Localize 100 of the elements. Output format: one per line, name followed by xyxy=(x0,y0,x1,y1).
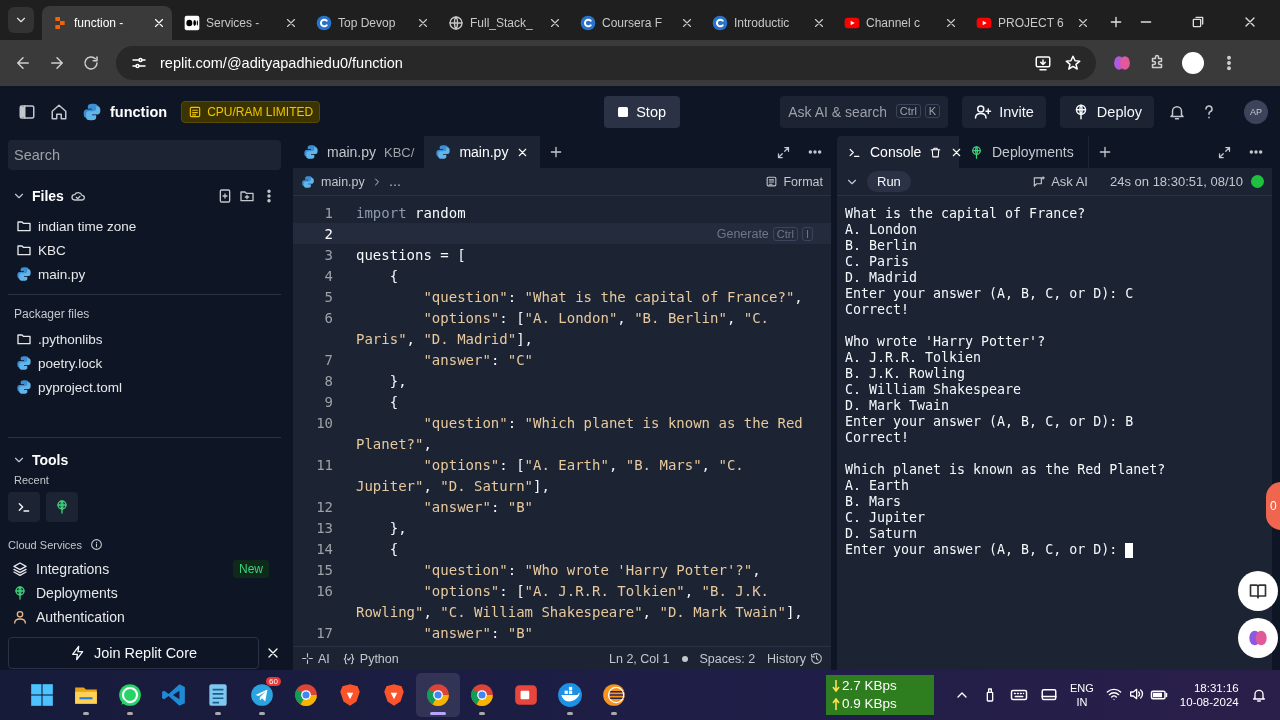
run-info: 24s on 18:30:51, 08/10 xyxy=(1110,174,1243,189)
deploy-button[interactable]: Deploy xyxy=(1059,96,1154,128)
console-line: D. Mark Twain xyxy=(845,398,951,414)
console-line: Enter your answer (A, B, C, or D): B xyxy=(845,414,1135,430)
console-line: C. William Shakespeare xyxy=(845,382,1023,398)
language-indicator[interactable]: ENG IN xyxy=(1070,681,1094,709)
taskbar-app[interactable]: 60 xyxy=(240,673,284,717)
shortcut-key: Ctrl xyxy=(895,104,921,118)
line-number: 9 xyxy=(323,393,333,410)
clock[interactable]: 18:31:16 10-08-2024 xyxy=(1179,681,1239,709)
line-number: 15 xyxy=(315,561,333,578)
shortcut-key: K xyxy=(924,104,941,118)
address-bar[interactable]: replit.com/@adityapadhiedu0/function xyxy=(116,46,1096,80)
code-line: "options": ["A. J.R.R. Tolkien", "B. J.K. xyxy=(422,582,770,599)
format-button[interactable]: Format xyxy=(765,174,823,189)
file-item[interactable]: indian time zone xyxy=(8,214,281,238)
line-number: 2 xyxy=(323,225,333,242)
line-number: 8 xyxy=(323,372,333,389)
code-line: }, xyxy=(388,519,407,536)
browser-tab[interactable]: PROJECT 6 xyxy=(966,6,1096,40)
browser-tab[interactable]: Services - xyxy=(174,6,304,40)
shortcut-key: I xyxy=(801,226,813,241)
file-item[interactable]: poetry.lock xyxy=(8,351,281,375)
code-line: }, xyxy=(388,372,407,389)
project-name[interactable]: function xyxy=(110,104,168,120)
code-line: { xyxy=(388,393,399,410)
code-line: "answer": "B" xyxy=(422,624,534,641)
file-item[interactable]: .pythonlibs xyxy=(8,327,281,351)
line-number: 13 xyxy=(315,519,333,536)
stop-button[interactable]: Stop xyxy=(604,96,681,128)
line-number: 5 xyxy=(323,288,333,305)
console-line: Which planet is known as the Red Planet? xyxy=(845,462,1167,478)
code-line: Paris", "D. Madrid"], xyxy=(356,330,533,347)
download-speed: 2.7 KBps xyxy=(842,677,897,695)
shortcut-key: Ctrl xyxy=(772,226,798,241)
language-status[interactable]: Python xyxy=(359,651,399,666)
cursor-position[interactable]: Ln 2, Col 1 xyxy=(609,651,670,666)
line-number: 17 xyxy=(315,624,333,641)
console-line: Who wrote 'Harry Potter'? xyxy=(845,334,1047,350)
indent-status[interactable]: Spaces: 2 xyxy=(699,651,756,666)
file-item[interactable]: KBC xyxy=(8,238,281,262)
ai-status[interactable]: AI xyxy=(318,651,330,666)
tool-item[interactable]: Deployments xyxy=(8,581,281,605)
line-number: 11 xyxy=(315,456,333,473)
run-button[interactable]: Run xyxy=(867,171,911,192)
join-button[interactable]: Join Replit Core xyxy=(8,637,259,669)
console-line: A. Earth xyxy=(845,478,911,494)
browser-tab[interactable]: Channel c xyxy=(834,6,964,40)
code-line: "question": "What is the capital of France?", xyxy=(422,288,803,305)
code-line: "answer": "B" xyxy=(422,498,534,515)
notification-badge: 60 xyxy=(266,677,281,686)
search-field[interactable]: Search xyxy=(8,140,281,170)
breadcrumb[interactable]: main.py xyxy=(321,174,365,189)
upload-speed: 0.9 KBps xyxy=(842,695,897,713)
line-number: 10 xyxy=(315,414,333,431)
console-line: C. Jupiter xyxy=(845,510,927,526)
editor-tab[interactable]: main.py xyxy=(425,136,541,168)
resource-badge: CPU/RAM LIMITED xyxy=(181,101,321,123)
code-line: Jupiter", "D. Saturn"], xyxy=(356,477,550,494)
line-number: 14 xyxy=(315,540,333,557)
code-line: "question": "Who wrote 'Harry Potter'?", xyxy=(422,561,761,578)
console-line: A. London xyxy=(845,222,919,238)
file-item[interactable]: main.py xyxy=(8,262,281,286)
tool-item[interactable]: Integrations New xyxy=(8,557,281,581)
section-title[interactable]: Files xyxy=(32,188,64,204)
code-line: { xyxy=(388,540,399,557)
console-line: B. Mars xyxy=(845,494,903,510)
console-line: Enter your answer (A, B, C, or D): C xyxy=(845,286,1135,302)
console-tab[interactable]: Console xyxy=(837,136,959,168)
browser-tab[interactable]: Introductic xyxy=(702,6,832,40)
section-title[interactable]: Tools xyxy=(32,452,69,468)
section-label: Cloud Services xyxy=(8,538,82,551)
browser-tab[interactable]: Full_Stack_ xyxy=(438,6,568,40)
section-label: Packager files xyxy=(13,307,91,321)
browser-tab[interactable]: function - xyxy=(42,6,172,40)
console-line: Correct! xyxy=(845,302,911,318)
console-line: B. Berlin xyxy=(845,238,919,254)
user-avatar[interactable]: AP xyxy=(1244,100,1268,124)
console-tab[interactable]: Deployments xyxy=(959,136,1089,168)
line-number: 16 xyxy=(315,582,333,599)
history-link[interactable]: History xyxy=(767,651,806,666)
line-number: 4 xyxy=(323,267,333,284)
console-line: Enter your answer (A, B, C, or D): xyxy=(845,542,1118,558)
console-line: B. J.K. Rowling xyxy=(845,366,967,382)
line-number: 1 xyxy=(323,204,333,221)
breadcrumb[interactable]: … xyxy=(388,174,402,189)
code-line: "answer": "C" xyxy=(422,351,534,368)
code-line: Planet?", xyxy=(356,435,432,452)
console-line: D. Madrid xyxy=(845,270,919,286)
ask-ai-button[interactable]: Ask AI xyxy=(1032,174,1088,189)
line-number: 7 xyxy=(323,351,333,368)
file-item[interactable]: pyproject.toml xyxy=(8,375,281,399)
invite-button[interactable]: Invite xyxy=(962,96,1046,128)
line-number: 3 xyxy=(323,246,333,263)
code-line: import random xyxy=(356,204,466,221)
browser-tab[interactable]: Coursera F xyxy=(570,6,700,40)
code-line: "options": ["A. London", "B. Berlin", "C. xyxy=(422,309,770,326)
tool-item[interactable]: Authentication xyxy=(8,605,281,629)
line-number: 6 xyxy=(323,309,333,326)
browser-tab[interactable]: Top Devop xyxy=(306,6,436,40)
